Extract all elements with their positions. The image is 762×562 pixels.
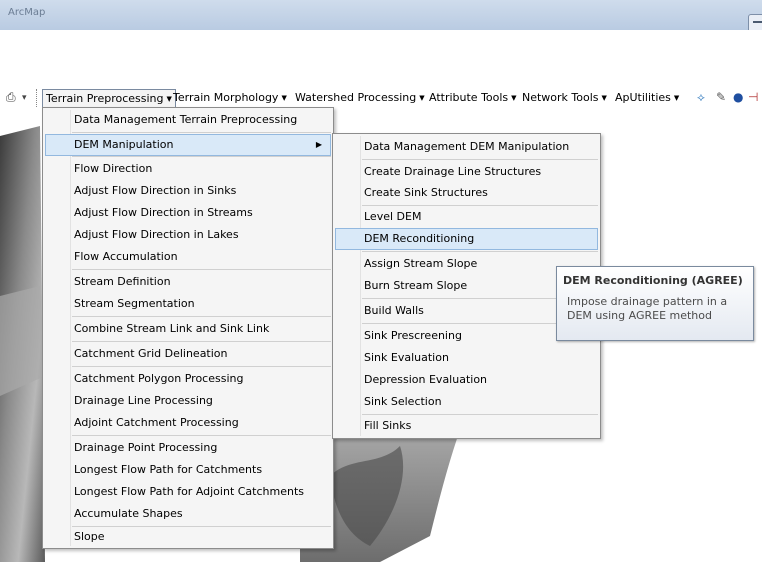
submenu-arrow-icon: ▶ (315, 140, 322, 149)
menu-label: Terrain Morphology (173, 91, 279, 104)
menu-item-catchment-polygon[interactable]: Catchment Polygon Processing (43, 368, 333, 390)
caret-down-icon: ▼ (511, 94, 517, 102)
menu-item-data-management-terrain[interactable]: Data Management Terrain Preprocessing (43, 109, 333, 131)
batch-point-icon[interactable]: ● (733, 90, 743, 104)
menu-terrain-preprocessing[interactable]: Terrain Preprocessing ▼ (42, 89, 176, 107)
point-delineation-icon[interactable]: ✎ (716, 90, 726, 104)
menu-item-longest-flow-adjoint[interactable]: Longest Flow Path for Adjoint Catchments (43, 481, 333, 503)
toolbar-options-icon[interactable]: ▾ (22, 93, 27, 103)
caret-down-icon: ▼ (419, 94, 425, 102)
menu-separator (72, 316, 331, 317)
caret-down-icon: ▼ (281, 94, 287, 102)
menu-item-adjust-flow-sinks[interactable]: Adjust Flow Direction in Sinks (43, 180, 333, 202)
menu-item-slope[interactable]: Slope (43, 526, 333, 548)
menu-item-flow-accumulation[interactable]: Flow Accumulation (43, 246, 333, 268)
toolbar-grip[interactable] (36, 89, 39, 107)
menu-separator (72, 269, 331, 270)
menu-separator (72, 366, 331, 367)
menu-label: Watershed Processing (295, 91, 417, 104)
menu-terrain-morphology[interactable]: Terrain Morphology ▼ (170, 89, 290, 106)
menu-separator (72, 156, 331, 157)
menu-label: Network Tools (522, 91, 599, 104)
tooltip: DEM Reconditioning (AGREE) Impose draina… (556, 266, 754, 341)
menu-item-stream-definition[interactable]: Stream Definition (43, 271, 333, 293)
menu-label: ApUtilities (615, 91, 671, 104)
menu-attribute-tools[interactable]: Attribute Tools ▼ (426, 89, 520, 106)
submenu-item-sink-selection[interactable]: Sink Selection (333, 391, 600, 413)
terrain-preprocessing-menu: Data Management Terrain Preprocessing DE… (42, 107, 334, 549)
submenu-item-data-management-dem[interactable]: Data Management DEM Manipulation (333, 136, 600, 158)
window-title: ArcMap (8, 7, 46, 18)
menu-item-dem-manipulation[interactable]: DEM Manipulation ▶ (45, 134, 331, 156)
menu-separator (72, 132, 331, 133)
tooltip-body: Impose drainage pattern in a DEM using A… (567, 295, 728, 322)
menu-item-drainage-line[interactable]: Drainage Line Processing (43, 390, 333, 412)
submenu-item-create-drainage-line-structures[interactable]: Create Drainage Line Structures (333, 161, 600, 183)
submenu-item-level-dem[interactable]: Level DEM (333, 206, 600, 228)
menu-separator (362, 251, 598, 252)
menu-separator (72, 341, 331, 342)
menu-item-flow-direction[interactable]: Flow Direction (43, 158, 333, 180)
trace-icon[interactable]: ⊣ (748, 90, 758, 104)
menu-network-tools[interactable]: Network Tools ▼ (519, 89, 610, 106)
submenu-item-fill-sinks[interactable]: Fill Sinks (333, 415, 600, 437)
menu-item-combine-stream-sink[interactable]: Combine Stream Link and Sink Link (43, 318, 333, 340)
menu-item-catchment-grid[interactable]: Catchment Grid Delineation (43, 343, 333, 365)
menu-item-adjust-flow-lakes[interactable]: Adjust Flow Direction in Lakes (43, 224, 333, 246)
flow-path-tracing-icon[interactable]: ⟡ (697, 90, 705, 105)
menu-label: Attribute Tools (429, 91, 509, 104)
title-bar: ArcMap (0, 0, 762, 34)
submenu-item-dem-reconditioning[interactable]: DEM Reconditioning (335, 228, 598, 250)
menu-separator (72, 435, 331, 436)
caret-down-icon: ▼ (601, 94, 607, 102)
menu-separator (362, 159, 598, 160)
submenu-item-sink-evaluation[interactable]: Sink Evaluation (333, 347, 600, 369)
menu-item-accumulate-shapes[interactable]: Accumulate Shapes (43, 503, 333, 525)
minimize-icon (753, 21, 762, 23)
tooltip-title: DEM Reconditioning (AGREE) (563, 274, 743, 287)
submenu-item-depression-evaluation[interactable]: Depression Evaluation (333, 369, 600, 391)
menu-item-stream-segmentation[interactable]: Stream Segmentation (43, 293, 333, 315)
menu-item-label: DEM Manipulation (74, 138, 174, 151)
submenu-item-create-sink-structures[interactable]: Create Sink Structures (333, 182, 600, 204)
caret-down-icon: ▼ (673, 94, 680, 102)
menu-label: Terrain Preprocessing (46, 92, 164, 105)
menu-item-adjust-flow-streams[interactable]: Adjust Flow Direction in Streams (43, 202, 333, 224)
menu-watershed-processing[interactable]: Watershed Processing ▼ (292, 89, 428, 106)
identify-icon[interactable]: ⎙ (6, 90, 16, 105)
menu-item-longest-flow-catchments[interactable]: Longest Flow Path for Catchments (43, 459, 333, 481)
menu-item-drainage-point[interactable]: Drainage Point Processing (43, 437, 333, 459)
menu-aputilities[interactable]: ApUtilities ▼ (612, 89, 682, 106)
menu-item-adjoint-catchment[interactable]: Adjoint Catchment Processing (43, 412, 333, 434)
